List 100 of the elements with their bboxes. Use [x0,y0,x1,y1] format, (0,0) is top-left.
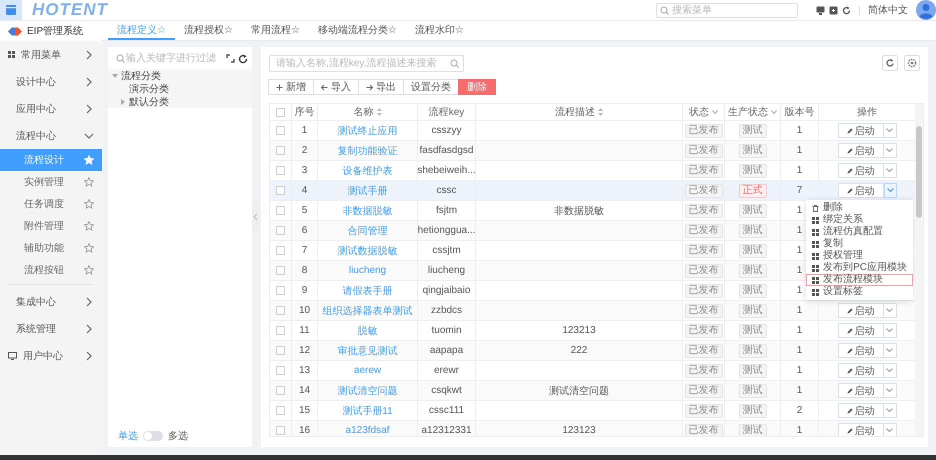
start-button[interactable]: 启动 [838,343,884,358]
start-button[interactable]: 启动 [838,423,884,436]
fullscreen-icon[interactable] [829,6,838,14]
sidebar-subitem[interactable]: 流程按钮 [0,259,102,281]
checkbox[interactable] [276,206,285,215]
tab[interactable]: 流程授权☆ [174,21,242,40]
checkbox[interactable] [276,346,285,355]
dropdown-toggle[interactable] [884,403,896,418]
sidebar-item[interactable]: 流程中心 [8,128,84,142]
filter-caret-icon[interactable] [712,110,718,114]
checkbox[interactable] [276,166,285,175]
dropdown-toggle[interactable] [884,123,896,138]
tab[interactable]: 常用流程☆ [242,21,309,40]
toolbar-button[interactable]: 导入 [313,79,359,95]
dropdown-toggle[interactable] [884,383,896,398]
sidebar-subitem[interactable]: 辅助功能 [0,237,102,259]
sidebar-subitem[interactable]: 任务调度 [0,193,102,215]
sidebar-item[interactable]: 应用中心 [8,102,84,116]
sidebar-subitem[interactable]: 实例管理 [0,171,102,193]
checkbox[interactable] [276,386,285,395]
checkbox[interactable] [276,326,285,335]
checkbox[interactable] [276,286,285,295]
dropdown-toggle[interactable] [884,323,896,338]
dropdown-toggle[interactable] [884,143,896,158]
sort-icon[interactable] [376,108,382,116]
sidebar-item[interactable]: 设计中心 [8,74,84,88]
settings-button[interactable] [904,55,920,71]
star-icon[interactable] [84,265,94,275]
start-button[interactable]: 启动 [838,123,884,138]
checkbox[interactable] [276,426,285,435]
start-button[interactable]: 启动 [838,323,884,338]
checkbox[interactable] [276,306,285,315]
sidebar-item[interactable]: 常用菜单 [8,48,84,62]
search-field[interactable]: 请输入名称,流程key,流程描述来搜索 [269,55,464,72]
sidebar-item[interactable]: 集成中心 [8,294,84,308]
dropdown-toggle[interactable] [884,303,896,318]
tree-node[interactable]: 演示分类 [129,82,169,96]
dropdown-toggle[interactable] [884,363,896,378]
toolbar-button[interactable]: 新增 [268,79,314,95]
menu-item[interactable]: 复制 [806,238,913,250]
column-header[interactable]: 流程key [428,105,464,119]
dropdown-toggle[interactable] [884,163,896,178]
start-button[interactable]: 启动 [838,403,884,418]
menu-item[interactable]: 绑定关系 [806,214,913,226]
checkbox[interactable] [276,366,285,375]
checkbox[interactable] [276,246,285,255]
menu-item[interactable]: 流程仿真配置 [806,226,913,238]
refresh-button[interactable] [882,55,898,71]
column-header[interactable]: 状态 [689,105,709,119]
tab[interactable]: 流程水印☆ [406,21,473,40]
language-label[interactable]: 简体中文 [868,3,908,17]
checkbox[interactable] [276,126,285,135]
checkbox[interactable] [276,226,285,235]
sort-icon[interactable] [598,108,603,116]
star-icon[interactable] [84,199,94,209]
start-button[interactable]: 启动 [838,143,884,158]
star-icon[interactable] [84,177,94,187]
dropdown-toggle[interactable] [884,183,896,198]
start-button[interactable]: 启动 [838,303,884,318]
caret-down-icon[interactable] [112,72,118,78]
refresh-icon[interactable] [842,6,851,14]
menu-item[interactable]: 删除 [806,202,913,214]
menu-item[interactable]: 授权管理 [806,250,913,262]
column-header[interactable]: 生产状态 [728,105,768,119]
start-button[interactable]: 启动 [838,163,884,178]
toolbar-button[interactable]: 导出 [358,79,404,95]
star-icon[interactable] [84,221,94,231]
column-header[interactable]: 版本号 [784,105,814,119]
mode-toggle[interactable] [143,431,163,441]
checkbox[interactable] [276,146,285,155]
tab[interactable]: 移动端流程分类☆ [308,21,406,40]
start-button[interactable]: 启动 [838,363,884,378]
avatar-icon[interactable] [916,0,936,20]
menu-item[interactable]: 发布流程模块 [806,274,913,286]
menu-item[interactable]: 设置标签 [806,286,913,298]
dropdown-toggle[interactable] [884,423,896,436]
checkbox[interactable] [276,108,285,116]
expand-icon[interactable] [226,54,235,63]
sidebar-subitem[interactable]: 附件管理 [0,215,102,237]
toolbar-button[interactable]: 设置分类 [403,79,459,95]
menu-icon[interactable] [0,0,22,20]
sidebar-item[interactable]: 系统管理 [8,322,84,336]
monitor-icon[interactable] [816,6,825,14]
menu-item[interactable]: 发布到PC应用模块 [806,262,913,274]
collapse-handle[interactable] [252,202,259,232]
column-header[interactable]: 流程描述 [555,105,595,119]
column-header[interactable]: 操作 [857,105,877,119]
dropdown-toggle[interactable] [884,343,896,358]
scroll-thumb[interactable] [916,126,922,218]
scrollbar[interactable] [915,104,923,436]
start-button[interactable]: 启动 [838,183,884,198]
checkbox[interactable] [276,266,285,275]
column-header[interactable]: 序号 [294,105,314,119]
caret-right-icon[interactable] [120,98,126,104]
start-button[interactable]: 启动 [838,383,884,398]
tree-node[interactable]: 默认分类 [129,94,169,108]
filter-caret-icon[interactable] [771,110,777,114]
sidebar-item[interactable]: 用户中心 [8,348,84,362]
tree-node[interactable]: 流程分类 [121,68,161,82]
column-header[interactable]: 名称 [354,105,374,119]
